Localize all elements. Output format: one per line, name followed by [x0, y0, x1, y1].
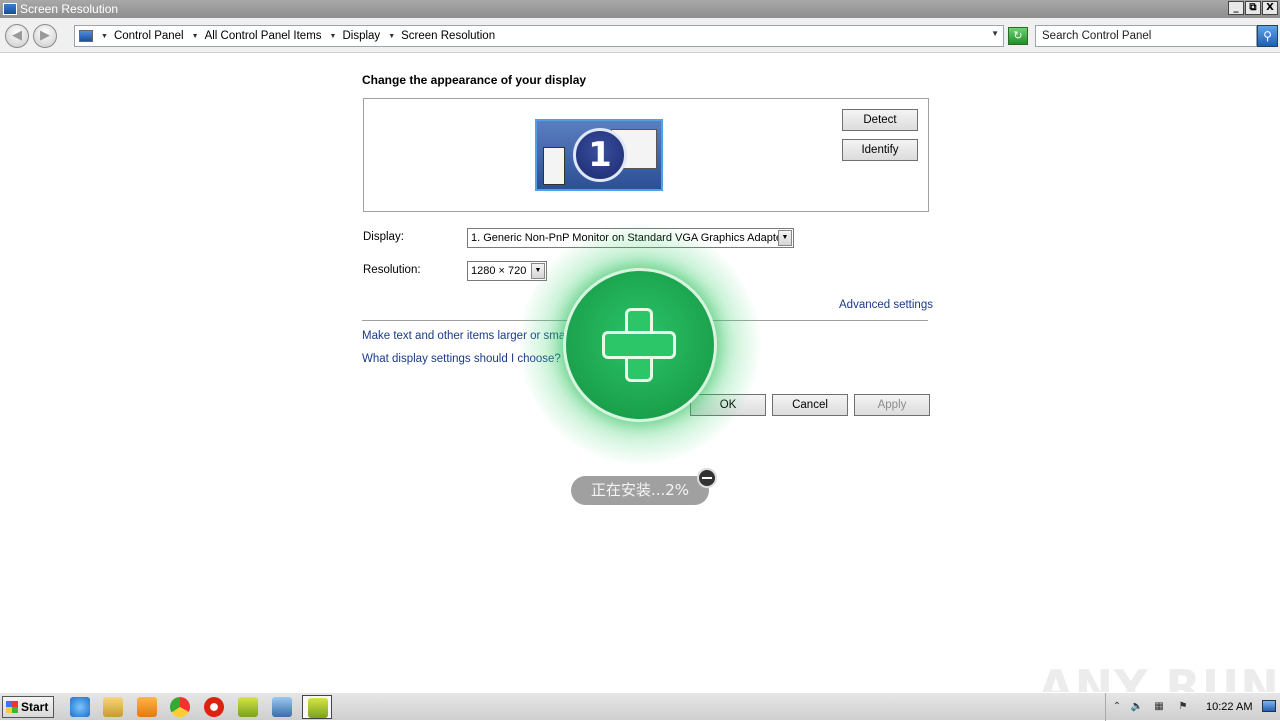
display-app-icon	[3, 3, 17, 15]
windows-logo-icon	[6, 701, 18, 713]
monitor-preview-panel: 1 Detect Identify	[363, 98, 929, 212]
title-bar: Screen Resolution _ ⧉ X	[0, 0, 1280, 18]
start-label: Start	[21, 700, 49, 714]
search-button[interactable]: ⚲	[1257, 25, 1278, 47]
installer-active-icon	[308, 698, 328, 718]
resolution-label: Resolution:	[363, 264, 421, 276]
chrome-icon[interactable]	[170, 697, 190, 717]
system-tray: ⌃ 🔈 ▦ ⚑	[1105, 693, 1280, 721]
clock[interactable]: 10:22 AM	[1206, 701, 1252, 713]
apply-button: Apply	[854, 394, 930, 416]
active-taskbar-item[interactable]	[302, 695, 332, 719]
search-icon: ⚲	[1263, 29, 1272, 43]
network-icon[interactable]	[272, 697, 292, 717]
monitor-1-thumbnail[interactable]: 1	[535, 119, 663, 191]
display-label: Display:	[363, 231, 404, 243]
start-button[interactable]: Start	[2, 696, 54, 718]
breadcrumb-display[interactable]: Display	[342, 30, 380, 42]
monitor-number-badge: 1	[573, 128, 627, 182]
install-progress-badge: 正在安装...2%	[571, 476, 709, 505]
breadcrumb-control-panel[interactable]: Control Panel	[114, 30, 184, 42]
control-panel-icon	[79, 30, 93, 42]
forward-button[interactable]: ▶	[33, 24, 57, 48]
navigation-bar: ◀ ▶ ▼ Control Panel ▼ All Control Panel …	[0, 18, 1280, 53]
plus-icon-center	[628, 334, 650, 356]
taskbar: Start ⌃ 🔈 ▦ ⚑ 10:22 AM	[0, 692, 1280, 721]
forward-arrow-icon: ▶	[40, 28, 50, 43]
show-desktop-icon[interactable]	[1262, 700, 1276, 712]
window-title: Screen Resolution	[20, 2, 119, 16]
chevron-down-icon[interactable]: ▼	[388, 33, 395, 40]
window-controls: _ ⧉ X	[1228, 1, 1278, 15]
cancel-button[interactable]: Cancel	[772, 394, 848, 416]
minimize-button[interactable]: _	[1228, 1, 1244, 15]
minus-icon[interactable]	[697, 468, 717, 488]
refresh-icon: ↻	[1013, 29, 1023, 42]
advanced-settings-link[interactable]: Advanced settings	[839, 299, 933, 311]
preview-window-icon	[543, 147, 565, 185]
installer-icon[interactable]	[238, 697, 258, 717]
chevron-down-icon: ▼	[778, 230, 792, 246]
network-status-icon[interactable]: ▦	[1152, 701, 1166, 713]
media-player-icon[interactable]	[137, 697, 157, 717]
chevron-down-icon[interactable]: ▼	[330, 33, 337, 40]
show-hidden-icons-icon[interactable]: ⌃	[1110, 701, 1124, 713]
search-input[interactable]: Search Control Panel	[1035, 25, 1257, 47]
page-title: Change the appearance of your display	[362, 73, 587, 87]
resolution-select-value: 1280 × 720	[471, 265, 527, 277]
address-history-dropdown-icon[interactable]: ▼	[991, 29, 999, 38]
address-bar[interactable]: ▼ Control Panel ▼ All Control Panel Item…	[74, 25, 1004, 47]
restore-button[interactable]: ⧉	[1245, 1, 1261, 15]
opera-icon[interactable]	[204, 697, 224, 717]
detect-button[interactable]: Detect	[842, 109, 918, 131]
identify-button[interactable]: Identify	[842, 139, 918, 161]
chevron-down-icon[interactable]: ▼	[192, 33, 199, 40]
resolution-select[interactable]: 1280 × 720 ▼	[467, 261, 547, 281]
action-center-flag-icon[interactable]: ⚑	[1176, 701, 1190, 713]
breadcrumb-screen-resolution[interactable]: Screen Resolution	[401, 30, 495, 42]
breadcrumb-all-items[interactable]: All Control Panel Items	[205, 30, 322, 42]
volume-icon[interactable]: 🔈	[1130, 701, 1144, 713]
back-button[interactable]: ◀	[5, 24, 29, 48]
close-button[interactable]: X	[1262, 1, 1278, 15]
explorer-icon[interactable]	[103, 697, 123, 717]
refresh-button[interactable]: ↻	[1008, 27, 1028, 45]
back-arrow-icon: ◀	[12, 28, 22, 43]
ie-icon[interactable]	[70, 697, 90, 717]
chevron-down-icon[interactable]: ▼	[101, 33, 108, 40]
